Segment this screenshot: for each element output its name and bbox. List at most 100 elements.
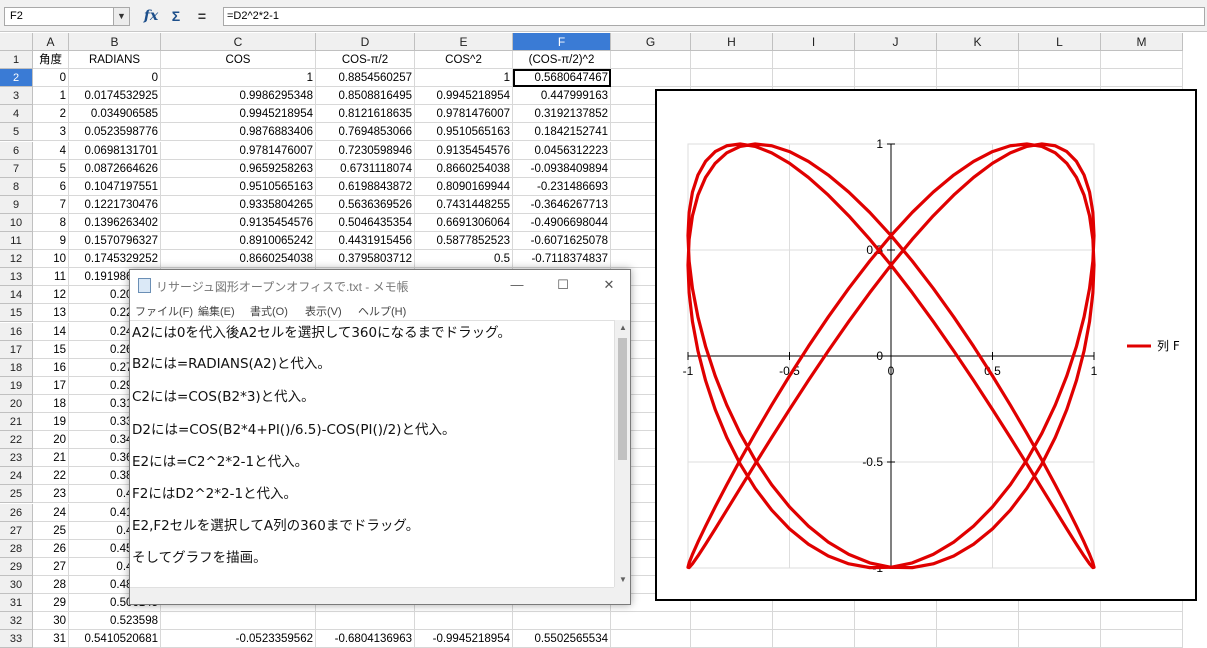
data-cell[interactable]: 17 xyxy=(33,376,69,395)
data-cell[interactable]: 23 xyxy=(33,485,69,504)
data-cell[interactable]: 21 xyxy=(33,449,69,468)
data-cell[interactable]: 0.8660254038 xyxy=(415,159,513,178)
data-cell[interactable]: 0.9986295348 xyxy=(161,87,316,106)
data-cell[interactable]: 2 xyxy=(33,105,69,124)
data-cell[interactable]: 0.9781476007 xyxy=(161,141,316,160)
column-title-cell[interactable] xyxy=(1101,51,1183,69)
data-cell[interactable]: -0.9945218954 xyxy=(415,630,513,648)
data-cell[interactable]: 0.6198843872 xyxy=(316,177,415,196)
data-cell[interactable] xyxy=(855,612,937,631)
data-cell[interactable] xyxy=(773,69,855,88)
data-cell[interactable] xyxy=(691,69,773,88)
vertical-scrollbar[interactable]: ▲ ▼ xyxy=(614,320,630,588)
data-cell[interactable]: 0.3192137852 xyxy=(513,105,611,124)
function-wizard-icon[interactable]: fx xyxy=(140,6,162,26)
row-header[interactable]: 8 xyxy=(0,177,33,196)
data-cell[interactable]: 5 xyxy=(33,159,69,178)
lissajous-chart[interactable]: -1 -0.5 0 0.5 1 1 0.5 0 -0.5 -1 列 F xyxy=(655,89,1197,601)
row-header[interactable]: 31 xyxy=(0,594,33,612)
row-header[interactable]: 14 xyxy=(0,286,33,305)
row-header[interactable]: 28 xyxy=(0,539,33,558)
column-title-cell[interactable] xyxy=(611,51,691,69)
data-cell[interactable]: 11 xyxy=(33,268,69,287)
close-icon[interactable]: ✕ xyxy=(586,270,632,300)
scroll-down-icon[interactable]: ▼ xyxy=(615,572,631,588)
data-cell[interactable]: 0.8854560257 xyxy=(316,69,415,88)
data-cell[interactable]: 0.9335804265 xyxy=(161,195,316,214)
row-header[interactable]: 5 xyxy=(0,123,33,142)
data-cell[interactable]: 0.9510565163 xyxy=(415,123,513,142)
data-cell[interactable] xyxy=(611,612,691,631)
select-all-corner[interactable] xyxy=(0,33,33,51)
data-cell[interactable] xyxy=(1101,630,1183,648)
data-cell[interactable]: 7 xyxy=(33,195,69,214)
data-cell[interactable] xyxy=(937,612,1019,631)
row-header[interactable]: 11 xyxy=(0,232,33,250)
data-cell[interactable]: 24 xyxy=(33,503,69,522)
data-cell[interactable]: 0.9659258263 xyxy=(161,159,316,178)
row-header[interactable]: 15 xyxy=(0,304,33,323)
column-header-h[interactable]: H xyxy=(691,33,773,51)
menu-edit[interactable]: 編集(E) xyxy=(198,303,235,319)
data-cell[interactable]: -0.3646267713 xyxy=(513,195,611,214)
data-cell[interactable] xyxy=(1019,69,1101,88)
data-cell[interactable]: 1 xyxy=(161,69,316,88)
data-cell[interactable]: 27 xyxy=(33,557,69,576)
column-title-cell[interactable]: COS^2 xyxy=(415,51,513,69)
data-cell[interactable]: 10 xyxy=(33,250,69,269)
data-cell[interactable]: 26 xyxy=(33,539,69,558)
data-cell[interactable]: 0.447999163 xyxy=(513,87,611,106)
column-title-cell[interactable]: RADIANS xyxy=(69,51,161,69)
column-header-g[interactable]: G xyxy=(611,33,691,51)
row-header[interactable]: 32 xyxy=(0,612,33,631)
data-cell[interactable]: 0.7694853066 xyxy=(316,123,415,142)
data-cell[interactable]: 19 xyxy=(33,413,69,431)
data-cell[interactable]: 0.9510565163 xyxy=(161,177,316,196)
data-cell[interactable]: 0.5410520681 xyxy=(69,630,161,648)
column-header-m[interactable]: M xyxy=(1101,33,1183,51)
data-cell[interactable]: 3 xyxy=(33,123,69,142)
data-cell[interactable]: 16 xyxy=(33,358,69,377)
row-header[interactable]: 13 xyxy=(0,268,33,287)
column-header-f[interactable]: F xyxy=(513,33,611,51)
data-cell[interactable] xyxy=(855,630,937,648)
column-title-cell[interactable] xyxy=(855,51,937,69)
column-header-l[interactable]: L xyxy=(1019,33,1101,51)
menu-format[interactable]: 書式(O) xyxy=(250,303,288,319)
data-cell[interactable]: 0.0456312223 xyxy=(513,141,611,160)
formula-input[interactable]: =D2^2*2-1 xyxy=(223,7,1205,26)
data-cell[interactable]: 0.6731118074 xyxy=(316,159,415,178)
data-cell[interactable]: 20 xyxy=(33,431,69,450)
data-cell[interactable]: 0.523598 xyxy=(69,612,161,631)
data-cell[interactable]: 9 xyxy=(33,232,69,250)
data-cell[interactable]: 0.0174532925 xyxy=(69,87,161,106)
row-header[interactable]: 29 xyxy=(0,557,33,576)
data-cell[interactable]: 0.5636369526 xyxy=(316,195,415,214)
column-title-cell[interactable] xyxy=(937,51,1019,69)
data-cell[interactable] xyxy=(513,612,611,631)
data-cell[interactable]: 4 xyxy=(33,141,69,160)
data-cell[interactable] xyxy=(691,612,773,631)
column-header-d[interactable]: D xyxy=(316,33,415,51)
data-cell[interactable]: 28 xyxy=(33,575,69,594)
row-header[interactable]: 6 xyxy=(0,141,33,160)
maximize-icon[interactable]: ☐ xyxy=(540,270,586,300)
data-cell[interactable] xyxy=(611,630,691,648)
column-header-k[interactable]: K xyxy=(937,33,1019,51)
scroll-thumb[interactable] xyxy=(618,338,627,460)
row-header[interactable]: 4 xyxy=(0,105,33,124)
notepad-text-area[interactable]: A2には0を代入後A2セルを選択して360になるまでドラッグ。 B2には=RAD… xyxy=(130,320,615,588)
data-cell[interactable]: 0.0872664626 xyxy=(69,159,161,178)
column-title-cell[interactable]: COS xyxy=(161,51,316,69)
data-cell[interactable]: -0.231486693 xyxy=(513,177,611,196)
row-header[interactable]: 9 xyxy=(0,195,33,214)
data-cell[interactable] xyxy=(937,69,1019,88)
data-cell[interactable] xyxy=(1101,69,1183,88)
formula-equals-icon[interactable]: = xyxy=(191,6,213,26)
data-cell[interactable]: -0.0938409894 xyxy=(513,159,611,178)
data-cell[interactable]: -0.6071625078 xyxy=(513,232,611,250)
data-cell[interactable]: 0.1842152741 xyxy=(513,123,611,142)
minimize-icon[interactable]: — xyxy=(494,270,540,300)
row-header[interactable]: 2 xyxy=(0,69,33,88)
data-cell[interactable] xyxy=(1019,612,1101,631)
